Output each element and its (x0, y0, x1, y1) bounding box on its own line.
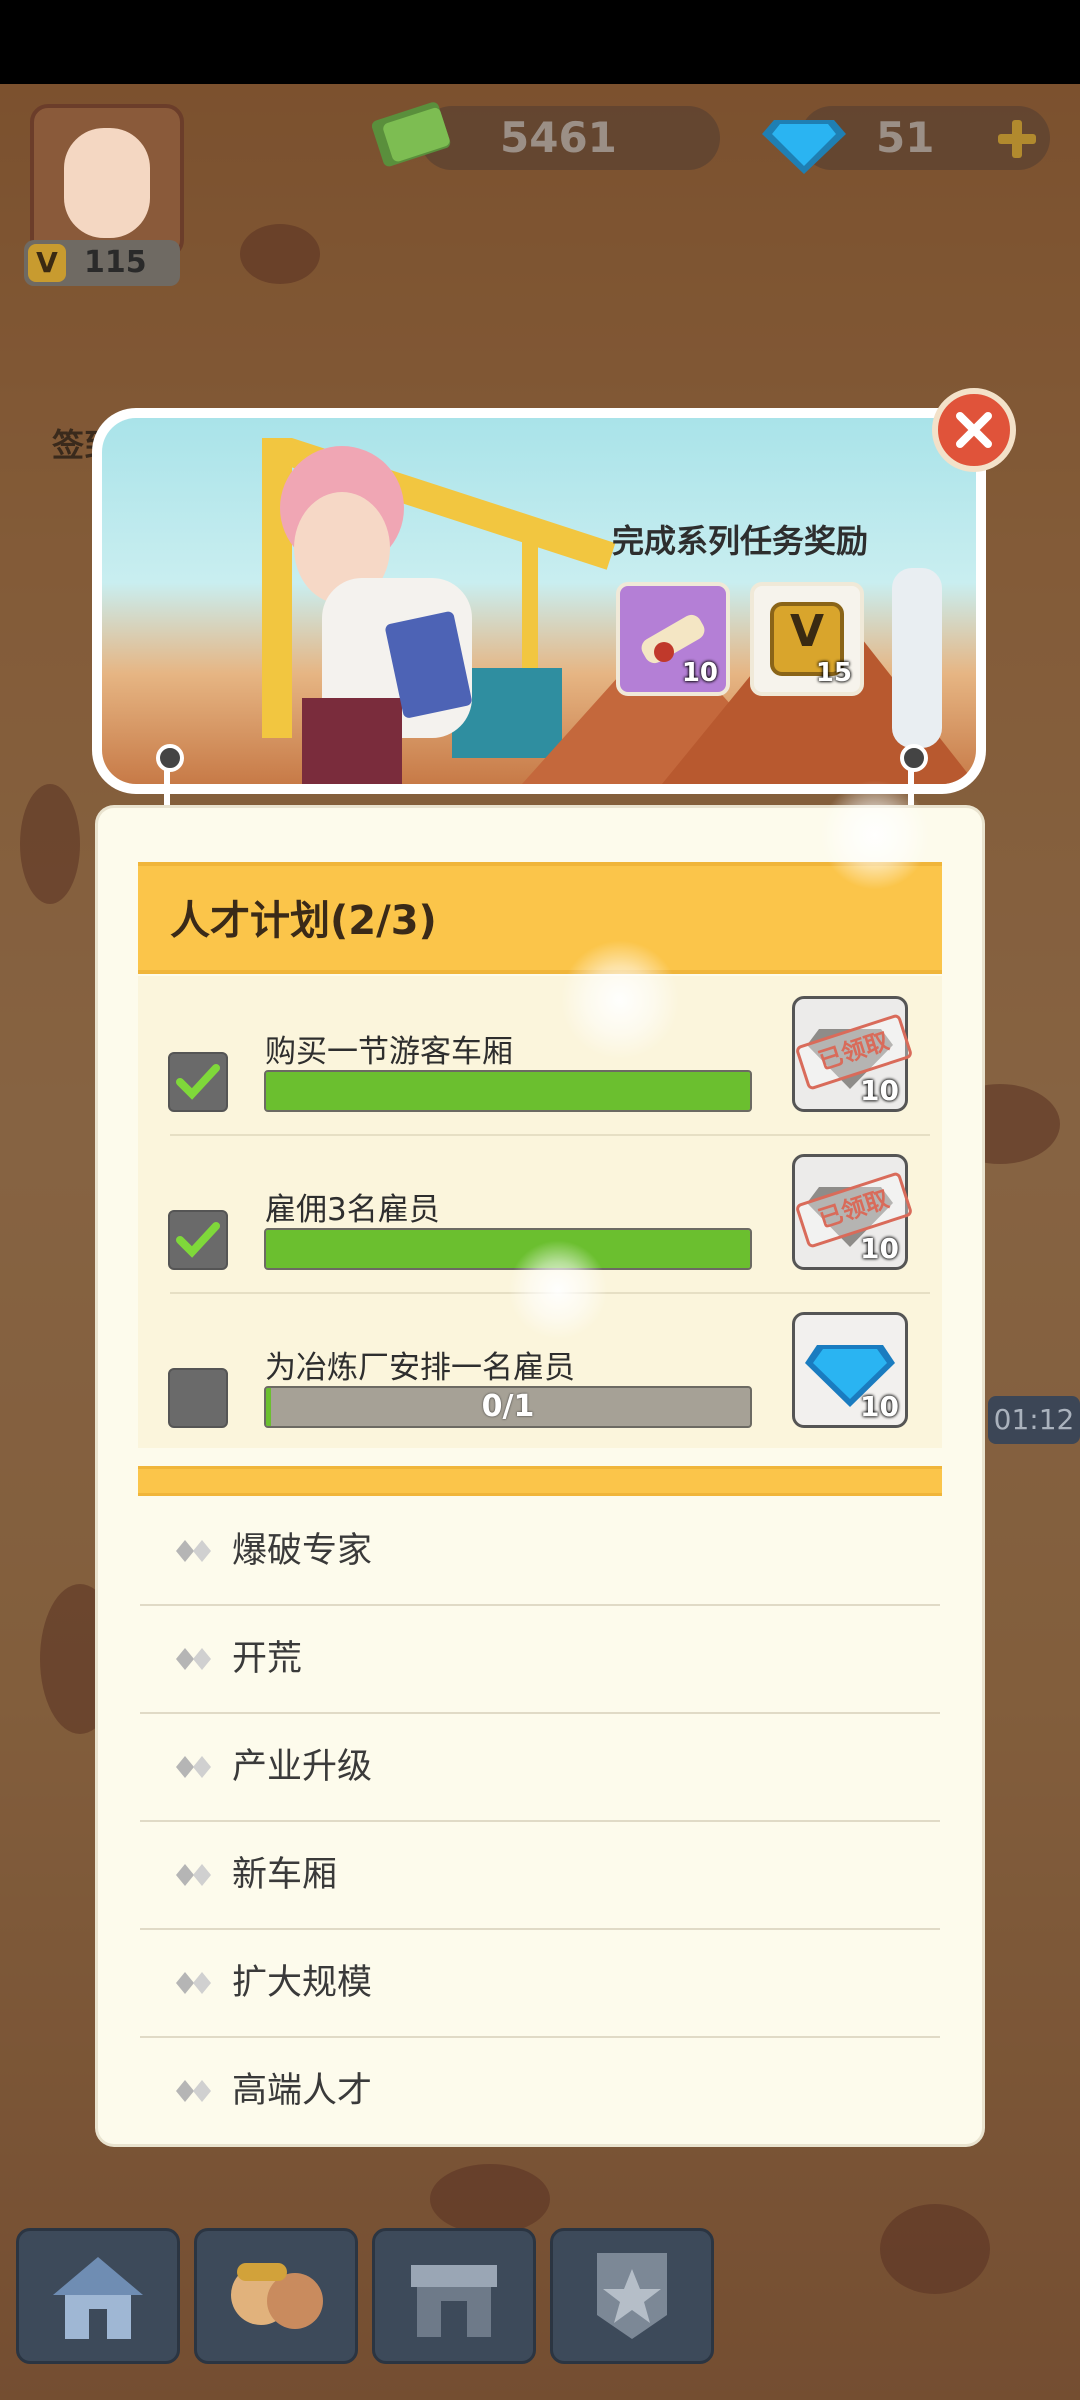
series-item[interactable]: 爆破专家 (140, 1498, 940, 1604)
vip-icon: V (28, 244, 66, 282)
mission-title: 人才计划(2/3) (170, 898, 437, 944)
task-label: 购买一节游客车厢 (265, 1034, 513, 1070)
task-progress-bar (264, 1228, 752, 1270)
nav-home-button[interactable] (16, 2228, 180, 2364)
series-item-label: 产业升级 (232, 1747, 373, 1787)
pin (900, 744, 928, 772)
player-level-badge: V 115 (24, 240, 180, 286)
status-bar (0, 0, 1080, 84)
timer-label: 01:12 (988, 1396, 1080, 1444)
task-label: 雇佣3名雇员 (265, 1192, 440, 1228)
reward-count: 10 (860, 1074, 899, 1107)
series-item-label: 新车厢 (232, 1855, 338, 1895)
diamond-bullet-icon (176, 1756, 211, 1778)
series-reward-scroll: 10 (616, 582, 730, 696)
close-icon (956, 412, 992, 448)
series-item[interactable]: 新车厢 (140, 1822, 940, 1928)
diamond-bullet-icon (176, 2080, 211, 2102)
series-reward-title: 完成系列任务奖励 (611, 522, 868, 560)
task-reward-gem[interactable]: 10 (792, 1312, 908, 1428)
diamond-bullet-icon (176, 1648, 211, 1670)
sparkle-effect (560, 940, 680, 1060)
workers-icon (231, 2263, 323, 2329)
series-item-label: 扩大规模 (232, 1963, 373, 2003)
series-item[interactable]: 开荒 (140, 1606, 940, 1712)
pin (156, 744, 184, 772)
diamond-bullet-icon (176, 1972, 211, 1994)
series-reward-count: 15 (815, 658, 852, 688)
series-item-label: 爆破专家 (232, 1531, 373, 1571)
nav-shop-button[interactable] (372, 2228, 536, 2364)
shop-icon (411, 2265, 497, 2337)
task-checkbox (168, 1368, 228, 1428)
task-label: 为冶炼厂安排一名雇员 (265, 1350, 575, 1386)
series-item[interactable]: 产业升级 (140, 1714, 940, 1820)
task-reward-claimed: 已领取 10 (792, 1154, 914, 1270)
reward-count: 10 (860, 1232, 899, 1265)
series-item[interactable]: 扩大规模 (140, 1930, 940, 2036)
player-level: 115 (84, 245, 147, 280)
close-button[interactable] (932, 388, 1016, 472)
series-item[interactable]: 高端人才 (140, 2038, 940, 2144)
nav-workers-button[interactable] (194, 2228, 358, 2364)
sparkle-effect (508, 1240, 608, 1340)
task-progress-text: 0/1 (481, 1389, 535, 1424)
player-avatar[interactable] (30, 104, 184, 258)
reward-count: 10 (860, 1390, 899, 1423)
diamond-bullet-icon (176, 1864, 211, 1886)
task-reward-claimed: 已领取 10 (792, 996, 914, 1112)
task-checkbox (168, 1210, 228, 1270)
achievement-star-icon (597, 2253, 667, 2339)
task-progress-bar: 0/1 (264, 1386, 752, 1428)
diamond-bullet-icon (176, 1540, 211, 1562)
sparkle-effect (820, 780, 930, 890)
v-point-label: V (789, 606, 825, 657)
task-progress-bar (264, 1070, 752, 1112)
series-item-label: 高端人才 (232, 2071, 373, 2111)
add-gems-button[interactable] (994, 116, 1040, 162)
nav-achievement-button[interactable] (550, 2228, 714, 2364)
series-item-label: 开荒 (232, 1639, 303, 1679)
cash-amount: 5461 (500, 113, 617, 162)
cash-icon (372, 102, 451, 167)
checkmark-icon (176, 1222, 220, 1258)
home-icon (53, 2257, 143, 2339)
checkmark-icon (176, 1064, 220, 1100)
task-checkbox (168, 1052, 228, 1112)
series-reward-count: 10 (681, 658, 718, 688)
series-reward-vpoints: V 15 (750, 582, 864, 696)
gem-amount: 51 (876, 113, 935, 162)
gem-icon (762, 120, 846, 174)
section-divider (138, 1466, 942, 1496)
